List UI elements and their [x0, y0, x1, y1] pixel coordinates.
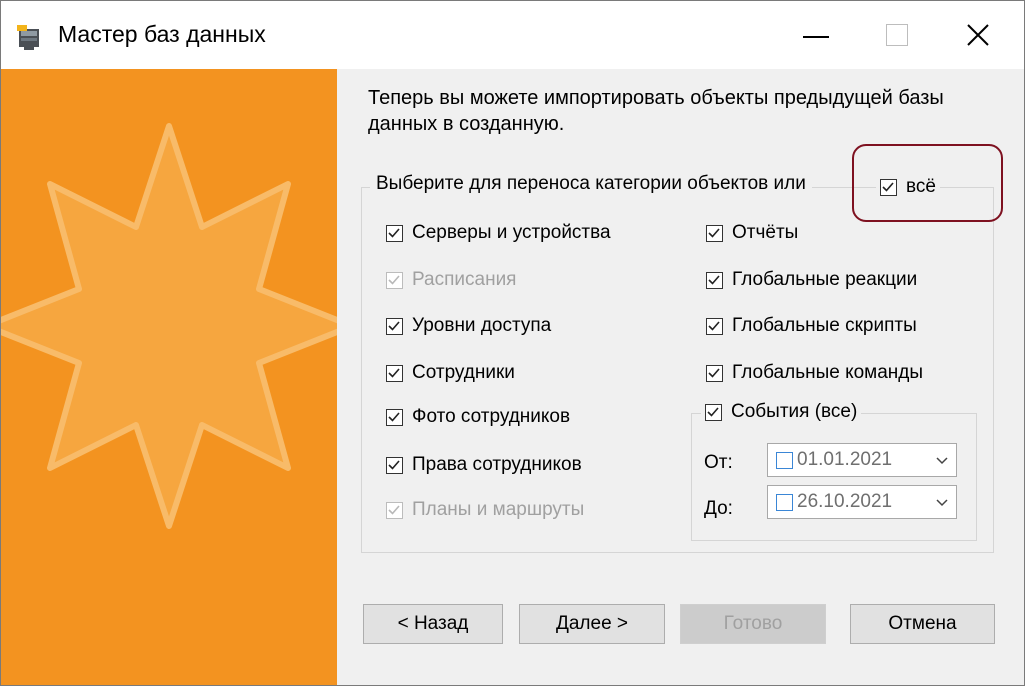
checkbox-employees[interactable]: Сотрудники [386, 362, 515, 384]
select-all-checkbox[interactable]: всё [876, 176, 940, 198]
checkbox-employee-photos[interactable]: Фото сотрудников [386, 406, 570, 428]
checkbox-label: Права сотрудников [412, 454, 582, 475]
checkbox-access-levels[interactable]: Уровни доступа [386, 315, 551, 337]
categories-caption: Выберите для переноса категории объектов… [370, 173, 812, 195]
checkbox-label: Серверы и устройства [412, 222, 611, 243]
checkbox-schedules: Расписания [386, 269, 516, 291]
star-watermark-icon [1, 123, 337, 529]
finish-button: Готово [680, 604, 826, 644]
checkbox-box [386, 317, 403, 335]
checkbox-box [706, 271, 723, 289]
from-date-checkbox[interactable] [776, 451, 793, 469]
checkbox-box [706, 317, 723, 335]
checkbox-box [705, 403, 722, 421]
checkbox-global-scripts[interactable]: Глобальные скрипты [706, 315, 917, 337]
checkbox-box [706, 364, 723, 382]
title-bar: Мастер баз данных [1, 1, 1024, 69]
minimize-button[interactable] [770, 1, 862, 69]
checkbox-servers-devices[interactable]: Серверы и устройства [386, 222, 611, 244]
maximize-icon [886, 24, 908, 46]
back-button[interactable]: < Назад [363, 604, 503, 644]
to-date-value: 26.10.2021 [797, 491, 893, 512]
select-all-label: всё [906, 176, 936, 197]
checkbox-plans-routes: Планы и маршруты [386, 499, 584, 521]
checkbox-box [706, 224, 723, 242]
minimize-icon [803, 36, 829, 38]
checkbox-box [880, 178, 897, 196]
checkbox-label: Уровни доступа [412, 315, 552, 336]
intro-text: Теперь вы можете импортировать объекты п… [368, 87, 944, 135]
checkbox-label: Глобальные реакции [732, 269, 918, 290]
cancel-button[interactable]: Отмена [850, 604, 995, 644]
to-date-picker[interactable]: 26.10.2021 [767, 485, 957, 519]
wizard-sidebar [1, 69, 337, 685]
checkbox-label: События (все) [731, 401, 858, 422]
checkbox-box [386, 456, 403, 474]
chevron-down-icon[interactable] [934, 452, 950, 468]
maximize-button[interactable] [851, 1, 943, 69]
to-date-checkbox[interactable] [776, 493, 793, 511]
close-icon [967, 24, 989, 46]
checkbox-events[interactable]: События (все) [701, 401, 862, 423]
checkbox-box [386, 224, 403, 242]
checkbox-box [386, 501, 403, 519]
checkbox-label: Фото сотрудников [412, 406, 571, 427]
from-date-value: 01.01.2021 [797, 449, 893, 470]
checkbox-box [386, 271, 403, 289]
checkbox-global-reactions[interactable]: Глобальные реакции [706, 269, 917, 291]
app-database-icon [17, 25, 39, 50]
checkbox-box [386, 364, 403, 382]
checkbox-reports[interactable]: Отчёты [706, 222, 798, 244]
checkbox-box [386, 408, 403, 426]
events-groupbox [691, 413, 977, 541]
checkbox-employee-rights[interactable]: Права сотрудников [386, 454, 582, 476]
close-button[interactable] [932, 1, 1024, 69]
chevron-down-icon[interactable] [934, 494, 950, 510]
checkbox-label: Глобальные скрипты [732, 315, 917, 336]
window-title: Мастер баз данных [58, 21, 266, 47]
from-date-picker[interactable]: 01.01.2021 [767, 443, 957, 477]
checkbox-global-commands[interactable]: Глобальные команды [706, 362, 923, 384]
checkbox-label: Глобальные команды [732, 362, 924, 383]
database-wizard-window: Мастер баз данных Теперь вы можете импор… [0, 0, 1025, 686]
checkbox-label: Сотрудники [412, 362, 515, 383]
next-button[interactable]: Далее > [519, 604, 665, 644]
to-label: До: [704, 498, 733, 519]
checkbox-label: Расписания [412, 269, 517, 290]
checkbox-label: Отчёты [732, 222, 799, 243]
from-label: От: [704, 452, 733, 473]
checkbox-label: Планы и маршруты [412, 499, 585, 520]
